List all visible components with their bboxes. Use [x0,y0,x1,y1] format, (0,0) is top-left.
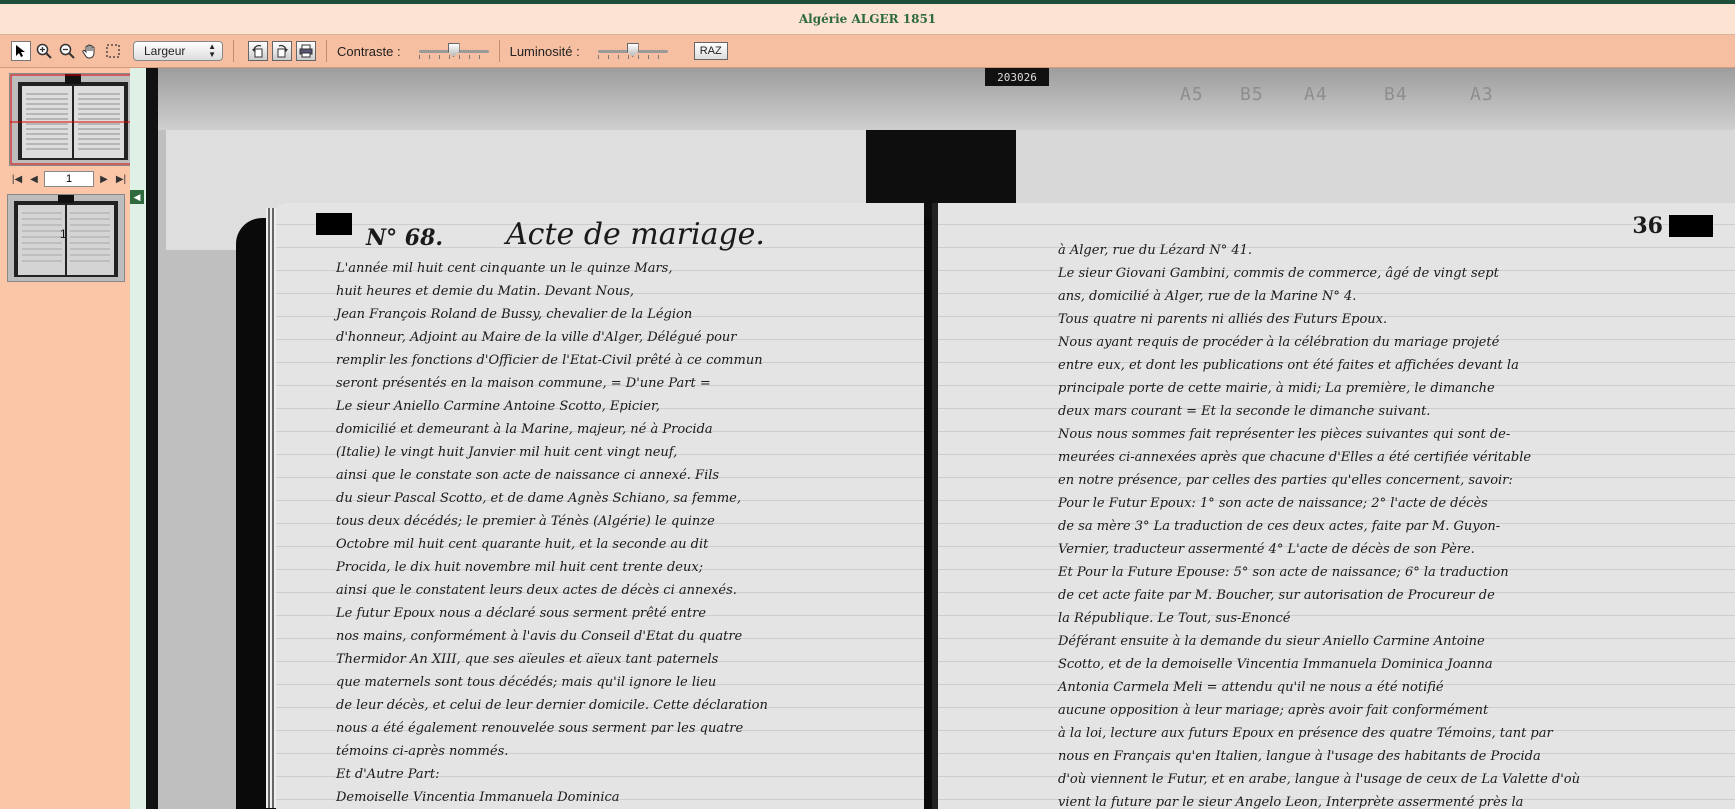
toolbar: Largeur ▲ ▼ Contraste : Luminosité : RAZ [0,35,1735,68]
handwritten-line: tous deux décédés; le premier à Ténès (A… [336,514,715,529]
printer-icon[interactable] [296,41,316,61]
handwritten-line: à la loi, lecture aux futurs Epoux en pr… [1058,726,1553,741]
handwritten-line: deux mars courant = Et la seconde le dim… [1058,404,1431,419]
handwritten-line: de leur décès, et celui de leur dernier … [336,698,768,713]
page-thumbnail[interactable]: 1 [7,194,125,282]
handwritten-line: que maternels sont tous décédés; mais qu… [336,675,717,690]
act-number: N° 68. [366,225,444,251]
act-title: Acte de mariage. [506,217,765,252]
zoom-mode-value: Largeur [144,44,186,58]
left-page: N° 68. Acte de mariage. L'année mil huit… [276,203,924,809]
title-bar: Algérie ALGER 1851 [0,4,1735,35]
brightness-slider[interactable] [597,41,668,61]
page-number: 36 [1632,213,1663,239]
margin-label: A3 [1470,84,1494,105]
handwritten-line: nous a été également renouvelée sous ser… [336,721,744,736]
handwritten-line: Demoiselle Vincentia Immanuela Dominica [336,790,620,805]
page-edges [266,208,276,808]
select-arrows-icon: ▲ ▼ [208,42,216,59]
handwritten-line: seront présentés en la maison commune, =… [336,376,711,391]
handwritten-line: témoins ci-après nommés. [336,744,509,759]
handwritten-line: nous en Français qu'en Italien, langue à… [1058,749,1541,764]
reset-button[interactable]: RAZ [693,42,728,60]
archive-stamp: 203026 [985,68,1049,86]
handwritten-line: Octobre mil huit cent quarante huit, et … [336,537,709,552]
handwritten-line: (Italie) le vingt huit Janvier mil huit … [336,445,678,460]
handwritten-line: d'où viennent le Futur, et en arabe, lan… [1058,772,1580,787]
handwritten-line: de sa mère 3° La traduction de ces deux … [1058,519,1501,534]
margin-label: B5 [1240,84,1264,105]
margin-label: A4 [1304,84,1328,105]
right-page: 36 à Alger, rue du Lézard N° 41. Le sieur… [932,203,1735,809]
handwritten-line: Thermidor An XIII, que ses aïeules et aï… [336,652,719,667]
handwritten-line: domicilié et demeurant à la Marine, maje… [336,422,713,437]
thumbnail-page-label: 1 [60,227,67,241]
handwritten-line: en notre présence, par celles des partie… [1058,473,1513,488]
handwritten-line: L'année mil huit cent cinquante un le qu… [336,261,673,276]
handwritten-line: ainsi que le constatent leurs deux actes… [336,583,737,598]
document-viewer[interactable]: A5 B5 A4 B4 A3 203026 N° 68. Acte de mar… [146,68,1735,809]
handwritten-line: Le futur Epoux nous a déclaré sous serme… [336,606,707,621]
pointer-icon[interactable] [11,41,31,61]
redaction-mark [316,213,352,235]
handwritten-line: du sieur Pascal Scotto, et de dame Agnès… [336,491,741,506]
collapse-sidebar-icon[interactable]: ◀ [130,190,144,204]
handwritten-line: la République. Le Tout, sus-Enoncé [1058,611,1291,626]
redaction-mark [1669,215,1713,237]
handwritten-line: Déférant ensuite à la demande du sieur A… [1058,634,1485,649]
previous-page-icon[interactable]: ◀ [27,172,41,186]
rotate-right-icon[interactable] [272,41,292,61]
toolbar-separator [498,40,500,62]
handwritten-line: Scotto, et de la demoiselle Vincentia Im… [1058,657,1493,672]
handwritten-line: Nous ayant requis de procéder à la céléb… [1058,335,1500,350]
margin-label: B4 [1384,84,1408,105]
handwritten-line: entre eux, et dont les publications ont … [1058,358,1519,373]
zoom-mode-select[interactable]: Largeur ▲ ▼ [133,41,223,61]
margin-label: A5 [1180,84,1204,105]
handwritten-line: huit heures et demie du Matin. Devant No… [336,284,635,299]
page-number-input[interactable] [44,171,94,187]
handwritten-line: Vernier, traducteur assermenté 4° L'acte… [1058,542,1475,557]
contrast-slider[interactable] [418,41,489,61]
contrast-label: Contraste : [337,43,401,59]
next-page-icon[interactable]: ▶ [97,172,111,186]
handwritten-line: Le sieur Giovani Gambini, commis de comm… [1058,266,1499,281]
handwritten-line: à Alger, rue du Lézard N° 41. [1058,243,1253,258]
handwritten-line: ans, domicilié à Alger, rue de la Marine… [1058,289,1357,304]
last-page-icon[interactable]: ▶| [114,172,128,186]
select-area-icon[interactable] [103,41,123,61]
scan-header-strip: A5 B5 A4 B4 A3 [158,68,1735,130]
handwritten-line: Nous nous sommes fait représenter les pi… [1058,427,1511,442]
handwritten-line: aucune opposition à leur mariage; après … [1058,703,1489,718]
handwritten-line: principale porte de cette mairie, à midi… [1058,381,1495,396]
handwritten-line: Et Pour la Future Epouse: 5° son acte de… [1058,565,1509,580]
handwritten-line: vient la future par le sieur Angelo Leon… [1058,795,1524,809]
zoom-out-icon[interactable] [57,41,77,61]
window-title: Algérie ALGER 1851 [798,12,937,26]
sidebar-splitter[interactable] [130,68,146,809]
handwritten-line: Jean François Roland de Bussy, chevalier… [336,307,693,322]
handwritten-line: remplir les fonctions d'Officier de l'Et… [336,353,763,368]
handwritten-line: Le sieur Aniello Carmine Antoine Scotto,… [336,399,660,414]
handwritten-line: Pour le Futur Epoux: 1° son acte de nais… [1058,496,1488,511]
handwritten-line: meurées ci-annexées après que chacune d'… [1058,450,1532,465]
toolbar-separator [326,40,327,62]
handwritten-line: Procida, le dix huit novembre mil huit c… [336,560,704,575]
hand-icon[interactable] [80,41,100,61]
page-navigator: |◀ ◀ ▶ ▶| [10,171,128,187]
handwritten-line: ainsi que le constate son acte de naissa… [336,468,720,483]
handwritten-line: Et d'Autre Part: [336,767,440,782]
handwritten-line: d'honneur, Adjoint au Maire de la ville … [336,330,737,345]
handwritten-line: Tous quatre ni parents ni alliés des Fut… [1058,312,1388,327]
handwritten-line: nos mains, conformément à l'avis du Cons… [336,629,743,644]
toolbar-separator [233,40,234,62]
handwritten-line: Antonia Carmela Meli = attendu qu'il ne … [1058,680,1444,695]
handwritten-line: de cet acte faite par M. Boucher, sur au… [1058,588,1495,603]
zoom-in-icon[interactable] [34,41,54,61]
thumbnail-sidebar: |◀ ◀ ▶ ▶| 1 [0,68,137,809]
first-page-icon[interactable]: |◀ [10,172,24,186]
brightness-label: Luminosité : [509,43,580,59]
rotate-left-icon[interactable] [248,41,268,61]
current-page-thumbnail[interactable] [9,73,137,166]
